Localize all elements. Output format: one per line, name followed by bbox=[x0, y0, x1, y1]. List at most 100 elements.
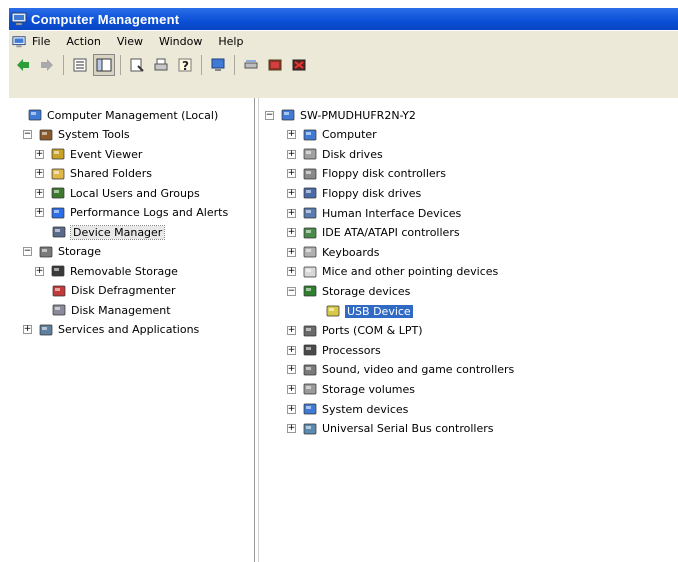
tree-node-performance-logs[interactable]: + Performance Logs and Alerts bbox=[35, 204, 228, 222]
tree-label: Mice and other pointing devices bbox=[322, 265, 499, 279]
monitor-button[interactable] bbox=[207, 54, 229, 76]
expand-icon[interactable]: + bbox=[287, 267, 296, 277]
menu-help[interactable]: Help bbox=[218, 35, 243, 48]
processor-icon bbox=[303, 344, 317, 356]
tree-node-usb-controllers[interactable]: + Universal Serial Bus controllers bbox=[287, 420, 493, 438]
expand-icon[interactable]: + bbox=[35, 169, 44, 178]
tree-node-services-applications[interactable]: + Services and Applications bbox=[23, 321, 199, 339]
tree-label: Storage devices bbox=[322, 284, 411, 298]
toolbar-separator bbox=[201, 55, 202, 75]
collapse-icon[interactable]: − bbox=[287, 286, 296, 296]
show-hide-tree-icon bbox=[96, 58, 112, 72]
tree-label: Disk drives bbox=[322, 147, 383, 161]
tree-label: SW-PMUDHUFR2N-Y2 bbox=[300, 108, 416, 122]
uninstall-button[interactable] bbox=[288, 54, 310, 76]
back-button[interactable] bbox=[12, 54, 34, 76]
svg-text:?: ? bbox=[182, 59, 189, 73]
up-button[interactable] bbox=[69, 54, 91, 76]
event-viewer-icon bbox=[51, 148, 65, 160]
menu-view[interactable]: View bbox=[117, 35, 143, 48]
menu-action[interactable]: Action bbox=[66, 35, 100, 48]
tree-label: Shared Folders bbox=[70, 167, 152, 180]
menu-file[interactable]: File bbox=[32, 35, 50, 48]
tree-node-computer[interactable]: + Computer bbox=[287, 126, 377, 144]
expand-icon[interactable]: + bbox=[287, 345, 296, 355]
tree-label: Keyboards bbox=[322, 245, 380, 259]
tree-node-storage-devices[interactable]: − Storage devices bbox=[287, 282, 410, 300]
toolbar-separator bbox=[120, 55, 121, 75]
tree-label: Floppy disk drives bbox=[322, 186, 422, 200]
toolbar-separator bbox=[234, 55, 235, 75]
help-button[interactable]: ? bbox=[174, 54, 196, 76]
tree-node-disk-defragmenter[interactable]: Disk Defragmenter bbox=[35, 282, 176, 300]
expand-icon[interactable]: + bbox=[287, 130, 296, 140]
expand-icon[interactable]: + bbox=[287, 424, 296, 434]
expand-icon[interactable]: + bbox=[23, 325, 32, 334]
tree-node-keyboards[interactable]: + Keyboards bbox=[287, 243, 379, 261]
tree-node-ports-com-lpt[interactable]: + Ports (COM & LPT) bbox=[287, 322, 423, 340]
print-button[interactable] bbox=[150, 54, 172, 76]
tree-node-human-interface-devices[interactable]: + Human Interface Devices bbox=[287, 204, 461, 222]
tree-node-mice-pointing-devices[interactable]: + Mice and other pointing devices bbox=[287, 263, 498, 281]
properties-button[interactable] bbox=[126, 54, 148, 76]
tree-node-usb-device[interactable]: USB Device bbox=[309, 302, 413, 320]
expand-icon[interactable]: + bbox=[287, 188, 296, 198]
forward-button[interactable] bbox=[36, 54, 58, 76]
console-tree-pane[interactable]: Computer Management (Local) − System Tools… bbox=[9, 98, 255, 562]
tree-label: Services and Applications bbox=[58, 323, 200, 336]
expand-icon[interactable]: + bbox=[35, 188, 44, 198]
expand-icon[interactable]: + bbox=[287, 365, 296, 375]
disable-icon bbox=[268, 59, 282, 71]
tree-node-sound-video-game-controllers[interactable]: + Sound, video and game controllers bbox=[287, 361, 514, 379]
tree-label: Sound, video and game controllers bbox=[322, 363, 515, 377]
tree-node-system-tools[interactable]: − System Tools bbox=[23, 126, 130, 144]
expand-icon[interactable]: + bbox=[287, 247, 296, 257]
device-tree-pane[interactable]: − SW-PMUDHUFR2N-Y2 + Computer + Disk drives + F… bbox=[258, 98, 678, 562]
show-hide-tree-button[interactable] bbox=[93, 54, 115, 76]
expand-icon[interactable]: + bbox=[35, 149, 44, 159]
tree-node-computer-management-local[interactable]: Computer Management (Local) bbox=[11, 106, 218, 124]
expand-icon[interactable]: + bbox=[35, 266, 44, 276]
system-devices-icon bbox=[303, 403, 317, 415]
tree-node-storage-volumes[interactable]: + Storage volumes bbox=[287, 380, 415, 398]
tree-node-disk-management[interactable]: Disk Management bbox=[35, 301, 171, 319]
app-menu-icon[interactable] bbox=[12, 35, 26, 49]
collapse-icon[interactable]: − bbox=[265, 110, 274, 120]
properties-icon bbox=[130, 58, 144, 72]
tree-node-disk-drives[interactable]: + Disk drives bbox=[287, 145, 383, 163]
tree-node-removable-storage[interactable]: + Removable Storage bbox=[35, 262, 178, 280]
disable-button[interactable] bbox=[264, 54, 286, 76]
usb-controller-icon bbox=[303, 423, 317, 434]
tree-node-storage[interactable]: − Storage bbox=[23, 243, 101, 261]
title-bar[interactable]: Computer Management bbox=[9, 8, 678, 30]
expand-icon[interactable]: + bbox=[287, 404, 296, 414]
tree-node-event-viewer[interactable]: + Event Viewer bbox=[35, 145, 142, 163]
expand-icon[interactable]: + bbox=[287, 208, 296, 218]
users-icon bbox=[51, 187, 65, 199]
expand-icon[interactable]: + bbox=[35, 208, 44, 217]
collapse-icon[interactable]: − bbox=[23, 247, 32, 256]
tree-node-shared-folders[interactable]: + Shared Folders bbox=[35, 165, 152, 183]
tree-node-local-users-groups[interactable]: + Local Users and Groups bbox=[35, 184, 200, 202]
computer-icon bbox=[303, 129, 317, 140]
tree-label: Event Viewer bbox=[70, 147, 143, 161]
up-icon bbox=[73, 58, 87, 72]
tree-node-floppy-disk-controllers[interactable]: + Floppy disk controllers bbox=[287, 165, 446, 183]
tree-node-processors[interactable]: + Processors bbox=[287, 341, 381, 359]
scan-hardware-button[interactable] bbox=[240, 54, 262, 76]
expand-icon[interactable]: + bbox=[287, 149, 296, 159]
tree-node-ide-controllers[interactable]: + IDE ATA/ATAPI controllers bbox=[287, 224, 460, 242]
tree-node-device-manager[interactable]: Device Manager bbox=[35, 223, 166, 241]
expand-icon[interactable]: + bbox=[287, 384, 296, 394]
tree-node-floppy-disk-drives[interactable]: + Floppy disk drives bbox=[287, 184, 421, 202]
menu-window[interactable]: Window bbox=[159, 35, 202, 48]
tree-label: Processors bbox=[322, 343, 381, 357]
expand-icon[interactable]: + bbox=[287, 326, 296, 336]
window-title: Computer Management bbox=[31, 11, 180, 27]
tree-node-computer-node[interactable]: − SW-PMUDHUFR2N-Y2 bbox=[265, 106, 416, 124]
expand-icon[interactable]: + bbox=[287, 169, 296, 179]
collapse-icon[interactable]: − bbox=[23, 130, 32, 139]
expand-icon[interactable]: + bbox=[287, 228, 296, 238]
tree-node-system-devices[interactable]: + System devices bbox=[287, 400, 408, 418]
toolbar-separator bbox=[63, 55, 64, 75]
